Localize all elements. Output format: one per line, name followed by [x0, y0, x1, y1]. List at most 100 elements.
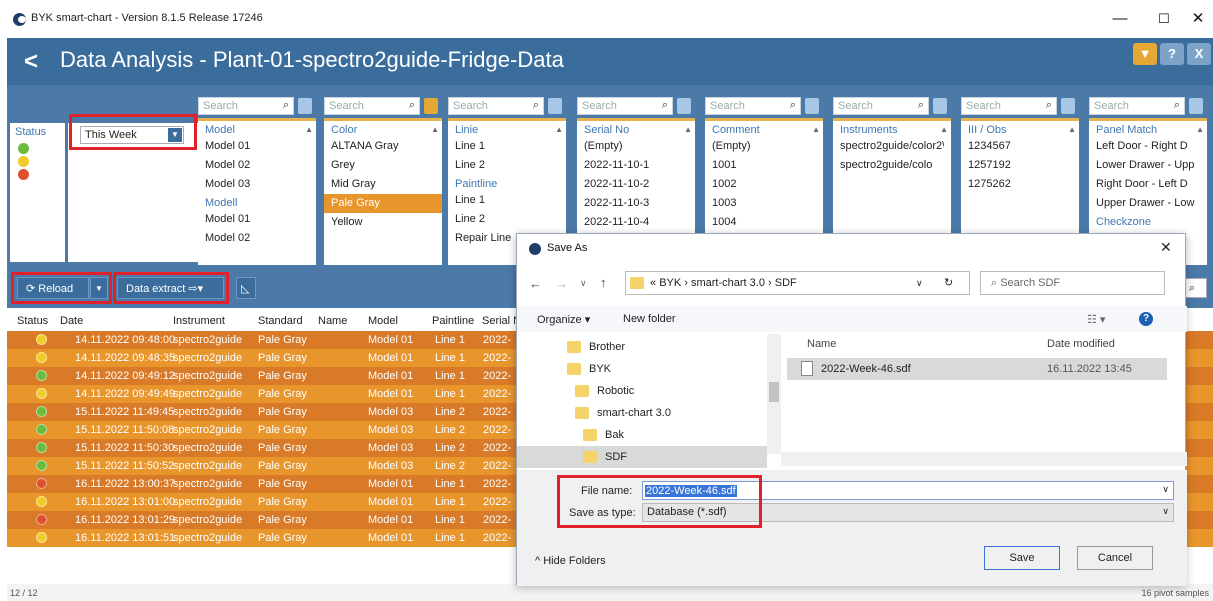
filter-item[interactable]: (Empty)	[712, 137, 816, 156]
minimize-button[interactable]: —	[1100, 6, 1140, 32]
filter-toggle-linie[interactable]	[548, 98, 562, 114]
folder-tree-item[interactable]: SDF	[517, 446, 767, 468]
chevron-down-icon[interactable]: ∨	[916, 278, 923, 289]
filter-item[interactable]: Grey	[331, 156, 435, 175]
filter-item[interactable]: Model 02	[205, 229, 309, 248]
scroll-up-icon[interactable]: ▲	[684, 125, 692, 134]
filter-item[interactable]: Line 2	[455, 156, 559, 175]
status-green-dot[interactable]	[18, 143, 29, 154]
filter-item[interactable]: Pale Gray	[324, 194, 442, 213]
filter-item[interactable]: Left Door - Right D	[1096, 137, 1200, 156]
scroll-up-icon[interactable]: ▲	[555, 125, 563, 134]
filter-button[interactable]: ▼	[1133, 43, 1157, 65]
filter-item[interactable]: 2022-11-10-4	[584, 213, 688, 232]
nav-up-icon[interactable]: ↑	[600, 275, 607, 290]
scroll-up-icon[interactable]: ▲	[1196, 125, 1204, 134]
scroll-up-icon[interactable]: ▲	[305, 125, 313, 134]
close-button[interactable]: ✕	[1178, 6, 1213, 32]
filter-item[interactable]: Yellow	[331, 213, 435, 232]
help-button[interactable]: ?	[1160, 43, 1184, 65]
filter-item[interactable]: Line 1	[455, 137, 559, 156]
column-date-modified[interactable]: Date modified	[1047, 338, 1115, 350]
filter-item[interactable]: 2022-11-10-2	[584, 175, 688, 194]
filter-item[interactable]: 1234567	[968, 137, 1072, 156]
help-icon[interactable]: ?	[1139, 312, 1153, 326]
scroll-up-icon[interactable]: ▲	[812, 125, 820, 134]
refresh-icon[interactable]: ↻	[944, 276, 953, 289]
filter-search-panel[interactable]: Search ⌕	[1089, 97, 1185, 115]
horizontal-scrollbar[interactable]	[781, 452, 1187, 466]
recent-chevron-icon[interactable]: ∨	[580, 278, 587, 289]
filter-item[interactable]: ALTANA Gray	[331, 137, 435, 156]
filter-toggle-panel[interactable]	[1189, 98, 1203, 114]
folder-tree-item[interactable]: Brother	[517, 336, 767, 358]
filter-item[interactable]: Model 01	[205, 137, 309, 156]
column-header[interactable]: Status	[17, 315, 48, 327]
nav-back-icon[interactable]: ←	[529, 276, 542, 291]
filter-toggle-serial[interactable]	[677, 98, 691, 114]
filter-toggle-instruments[interactable]	[933, 98, 947, 114]
chevron-down-icon[interactable]: ∨	[1162, 484, 1169, 495]
filter-item[interactable]: 1002	[712, 175, 816, 194]
back-button[interactable]: <	[7, 38, 55, 85]
file-row[interactable]: 2022-Week-46.sdf 16.11.2022 13:45	[787, 358, 1167, 380]
filter-toggle-model[interactable]	[298, 98, 312, 114]
column-header[interactable]: Name	[318, 315, 347, 327]
nav-forward-icon[interactable]: →	[555, 276, 568, 291]
filter-item[interactable]: Model 01	[205, 210, 309, 229]
tree-scrollbar[interactable]	[767, 334, 781, 454]
filter-search-instruments[interactable]: Search ⌕	[833, 97, 929, 115]
filter-item[interactable]: 1004	[712, 213, 816, 232]
filter-search-linie[interactable]: Search ⌕	[448, 97, 544, 115]
filter-item[interactable]: spectro2guide/colo	[840, 156, 944, 175]
filter-item[interactable]: Line 2	[455, 210, 559, 229]
search-sdf-input[interactable]: ⌕ Search SDF	[980, 271, 1165, 295]
filter-item[interactable]: 1257192	[968, 156, 1072, 175]
filter-item[interactable]: spectro2guide/color2\	[840, 137, 944, 156]
cancel-button[interactable]: Cancel	[1077, 546, 1153, 570]
column-header[interactable]: Date	[60, 315, 83, 327]
filter-item[interactable]: Lower Drawer - Upp	[1096, 156, 1200, 175]
filter-item[interactable]: 2022-11-10-1	[584, 156, 688, 175]
scroll-up-icon[interactable]: ▲	[940, 125, 948, 134]
dialog-close-button[interactable]: ✕	[1160, 239, 1172, 256]
close-app-button[interactable]: X	[1187, 43, 1211, 65]
filter-item[interactable]: 1001	[712, 156, 816, 175]
filter-item[interactable]: 1275262	[968, 175, 1072, 194]
filter-search-obs[interactable]: Search ⌕	[961, 97, 1057, 115]
filter-search-color[interactable]: Search ⌕	[324, 97, 420, 115]
view-options-icon[interactable]: ☷ ▾	[1087, 313, 1105, 326]
status-red-dot[interactable]	[18, 169, 29, 180]
filter-item[interactable]: Model 02	[205, 156, 309, 175]
filter-item[interactable]: Right Door - Left D	[1096, 175, 1200, 194]
column-header[interactable]: Model	[368, 315, 398, 327]
folder-tree-item[interactable]: Bak	[517, 424, 767, 446]
folder-tree-item[interactable]: smart-chart 3.0	[517, 402, 767, 424]
scroll-up-icon[interactable]: ▲	[1068, 125, 1076, 134]
hide-folders-button[interactable]: ^ Hide Folders	[535, 555, 606, 567]
filter-item[interactable]: Mid Gray	[331, 175, 435, 194]
column-header[interactable]: Instrument	[173, 315, 225, 327]
filter-item[interactable]: Model 03	[205, 175, 309, 194]
filter-item[interactable]: 1003	[712, 194, 816, 213]
filter-toggle-comment[interactable]	[805, 98, 819, 114]
column-name[interactable]: Name	[807, 338, 836, 350]
filter-search-comment[interactable]: Search ⌕	[705, 97, 801, 115]
folder-tree-item[interactable]: Robotic	[517, 380, 767, 402]
filter-toggle-color[interactable]	[424, 98, 438, 114]
save-button[interactable]: Save	[984, 546, 1060, 570]
filter-item[interactable]: Line 1	[455, 191, 559, 210]
column-header[interactable]: Standard	[258, 315, 303, 327]
organize-button[interactable]: Organize ▾	[537, 313, 590, 326]
crumb-smart-chart[interactable]: smart-chart 3.0	[691, 277, 765, 289]
new-folder-button[interactable]: New folder	[623, 313, 676, 325]
filter-search-serial[interactable]: Search ⌕	[577, 97, 673, 115]
filter-item[interactable]: (Empty)	[584, 137, 688, 156]
filter-item[interactable]: Upper Drawer - Low	[1096, 194, 1200, 213]
filter-toggle-obs[interactable]	[1061, 98, 1075, 114]
folder-tree-item[interactable]: BYK	[517, 358, 767, 380]
crumb-byk[interactable]: BYK	[659, 277, 681, 289]
address-bar[interactable]: « BYK › smart-chart 3.0 › SDF ∨ ↻	[625, 271, 970, 295]
status-yellow-dot[interactable]	[18, 156, 29, 167]
filter-search-model[interactable]: Search ⌕	[198, 97, 294, 115]
